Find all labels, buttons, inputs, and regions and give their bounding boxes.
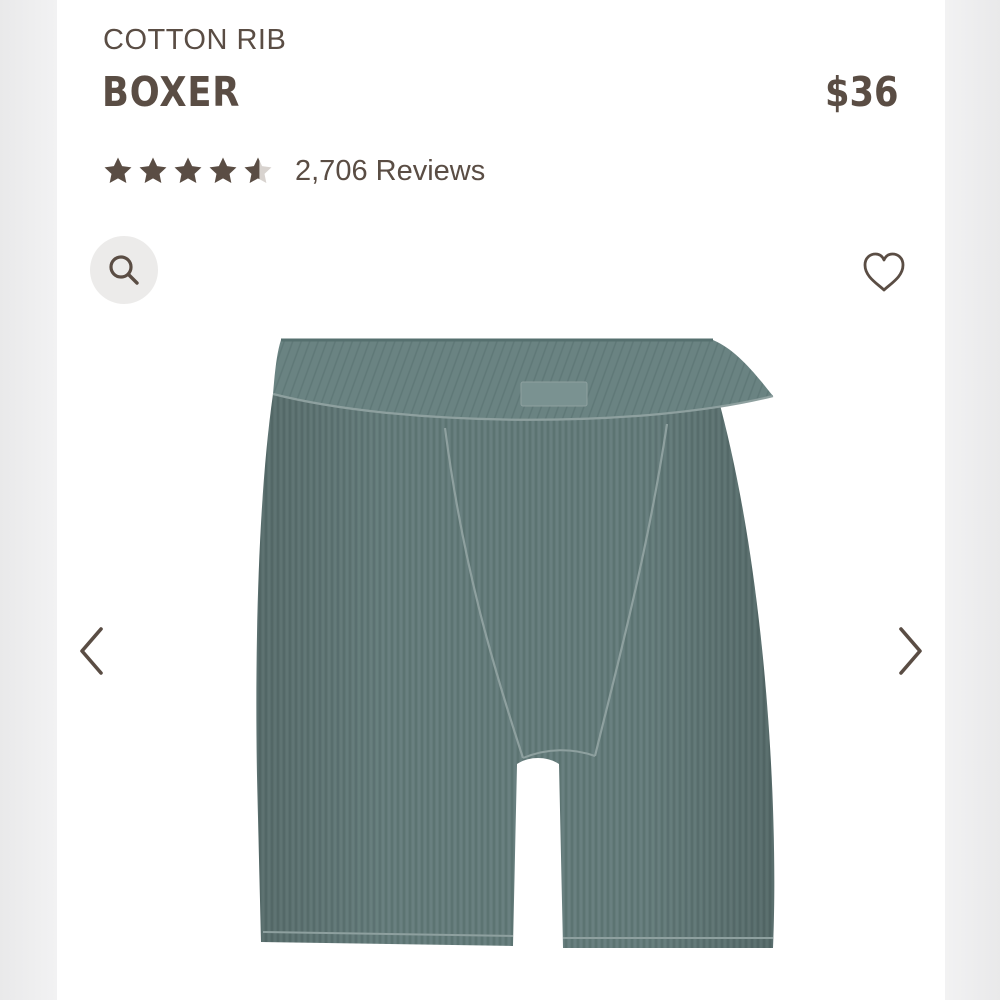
right-margin: [945, 0, 1000, 1000]
chevron-left-icon[interactable]: [77, 624, 107, 678]
star-icon: [104, 157, 132, 184]
star-icon: [139, 157, 167, 184]
product-title: BOXER: [102, 68, 241, 116]
search-icon: [109, 255, 139, 285]
star-icon: [209, 157, 237, 184]
product-image: [256, 338, 775, 948]
left-margin: [0, 0, 57, 1000]
reviews-link[interactable]: 2,706 Reviews: [295, 155, 485, 188]
product-subtitle: COTTON RIB: [103, 24, 287, 56]
product-price: $36: [825, 68, 899, 116]
heart-icon[interactable]: [861, 250, 907, 294]
zoom-button[interactable]: [90, 236, 158, 304]
rating-row[interactable]: 2,706 Reviews: [101, 154, 485, 188]
chevron-right-icon[interactable]: [895, 624, 925, 678]
star-rating: [101, 154, 275, 188]
product-card: COTTON RIB BOXER $36 2,706 Reviews: [57, 0, 945, 1000]
star-icon: [174, 157, 202, 184]
half-star-icon: [244, 157, 272, 184]
